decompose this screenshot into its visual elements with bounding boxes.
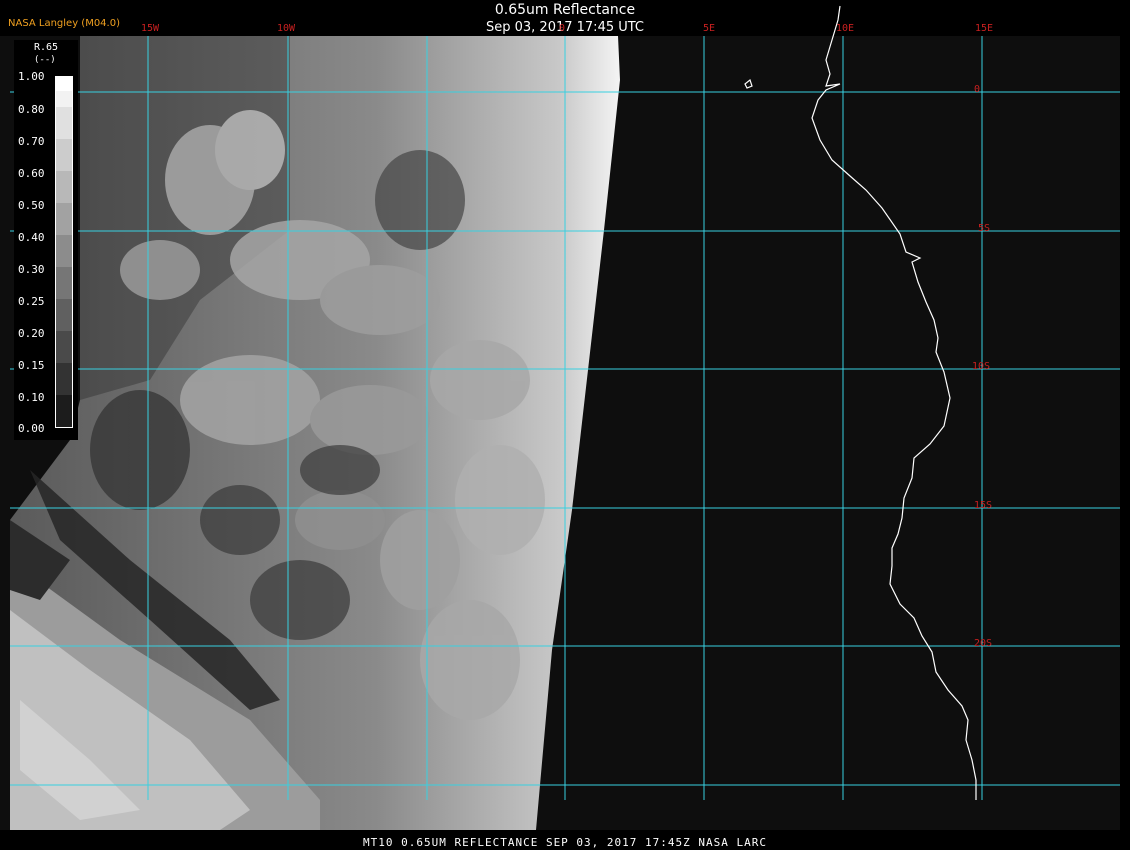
colorbar-tick: 0.60 [18,167,45,180]
product-label: NASA Langley (M04.0) [8,18,120,29]
colorbar-variable: R.65 [34,42,59,53]
colorbar-unit: (--) [34,55,56,65]
image-title: 0.65um Reflectance [494,2,636,18]
colorbar-tick: 0.30 [18,263,45,276]
lon-label-15w: 15W [141,23,160,34]
lat-label-15s: 15S [974,500,993,511]
colorbar-legend: R.65 (--) 1.00 0.80 0.70 0.60 0.50 0.40 … [14,40,78,440]
lon-label-15e: 15E [975,23,994,34]
colorbar-tick: 0.00 [18,422,45,435]
colorbar-tick: 1.00 [18,70,45,83]
lon-label-10w: 10W [277,23,296,34]
lat-label-5s: 5S [978,223,991,234]
lon-label-0: 0 [559,23,566,34]
colorbar-scale [55,76,73,428]
lat-label-0: 0 [974,84,981,95]
colorbar-tick: 0.10 [18,391,45,404]
lat-label-10s: 10S [972,361,991,372]
footer-caption: MT10 0.65UM REFLECTANCE SEP 03, 2017 17:… [363,836,767,849]
colorbar-tick: 0.70 [18,135,45,148]
colorbar-tick: 0.25 [18,295,45,308]
satellite-image-viewer: 0.65um Reflectance Sep 03, 2017 17:45 UT… [0,0,1130,850]
lat-label-20s: 20S [974,638,993,649]
colorbar-tick: 0.15 [18,359,45,372]
colorbar-tick: 0.20 [18,327,45,340]
colorbar-tick: 0.80 [18,103,45,116]
colorbar-tick: 0.40 [18,231,45,244]
lon-label-10e: 10E [836,23,855,34]
colorbar-tick: 0.50 [18,199,45,212]
reflectance-map [0,5,1120,830]
lon-label-5e: 5E [703,23,716,34]
